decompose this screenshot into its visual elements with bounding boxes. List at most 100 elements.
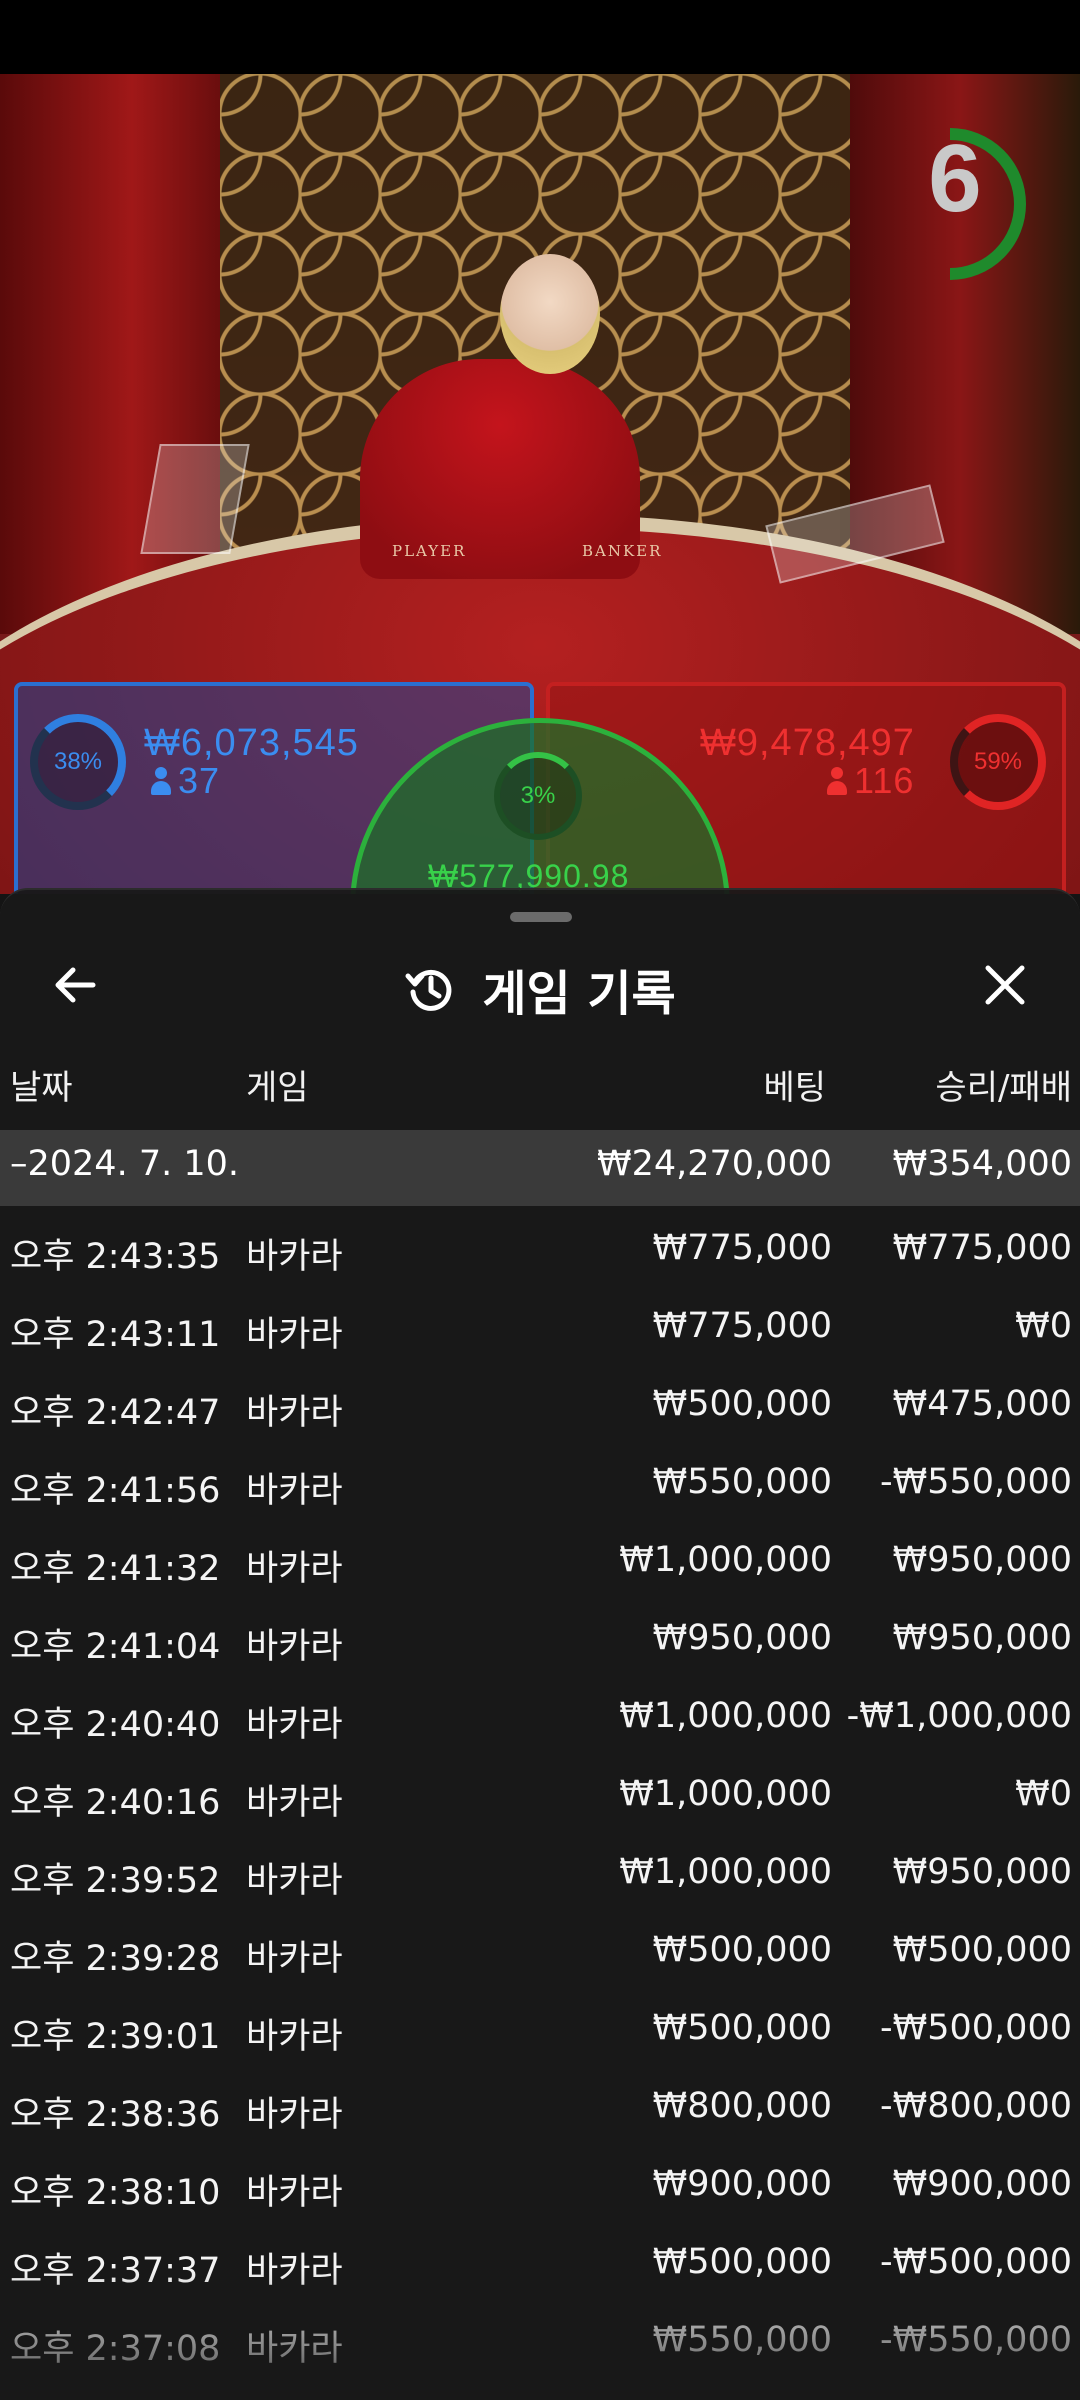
date-group-result-total: ₩354,000 <box>892 1144 1072 1184</box>
row-game: 바카라 <box>246 1705 343 1745</box>
row-game: 바카라 <box>246 2173 343 2213</box>
back-button[interactable] <box>40 950 110 1020</box>
row-time: 오후 2:41:56 <box>10 1471 221 1511</box>
row-game: 바카라 <box>246 1627 343 1667</box>
row-time: 오후 2:38:10 <box>10 2173 221 2213</box>
history-icon <box>405 969 452 1011</box>
history-row[interactable]: 오후 2:38:10 바카라 ₩900,000 ₩900,000 <box>0 2146 1080 2224</box>
bet-timer: 6 <box>910 114 1040 294</box>
column-result: 승리/패배 <box>935 1068 1072 1108</box>
history-row[interactable]: 오후 2:43:35 바카라 ₩775,000 ₩775,000 <box>0 1210 1080 1288</box>
person-icon <box>150 767 172 795</box>
banker-percent: 59% <box>950 714 1046 810</box>
history-row[interactable]: 오후 2:41:32 바카라 ₩1,000,000 ₩950,000 <box>0 1522 1080 1600</box>
row-game: 바카라 <box>246 2017 343 2057</box>
row-game: 바카라 <box>246 1471 343 1511</box>
history-row[interactable]: 오후 2:43:11 바카라 ₩775,000 ₩0 <box>0 1288 1080 1366</box>
row-time: 오후 2:41:32 <box>10 1549 221 1589</box>
history-row[interactable]: 오후 2:40:40 바카라 ₩1,000,000 -₩1,000,000 <box>0 1678 1080 1756</box>
row-game: 바카라 <box>246 1783 343 1823</box>
row-game: 바카라 <box>246 1237 343 1277</box>
row-time: 오후 2:40:16 <box>10 1783 221 1823</box>
history-row[interactable]: 오후 2:42:47 바카라 ₩500,000 ₩475,000 <box>0 1366 1080 1444</box>
column-date: 날짜 <box>10 1068 73 1108</box>
sheet-title-wrap: 게임 기록 <box>0 934 1080 1044</box>
row-result: ₩950,000 <box>892 1852 1072 1892</box>
row-result: ₩475,000 <box>892 1384 1072 1424</box>
history-row[interactable]: 오후 2:39:01 바카라 ₩500,000 -₩500,000 <box>0 1990 1080 2068</box>
row-bet: ₩500,000 <box>652 1930 832 1970</box>
row-bet: ₩1,000,000 <box>619 1696 832 1736</box>
drag-handle[interactable] <box>510 912 572 922</box>
row-game: 바카라 <box>246 2329 343 2369</box>
row-result: ₩0 <box>1015 1774 1072 1814</box>
history-row[interactable]: 오후 2:39:52 바카라 ₩1,000,000 ₩950,000 <box>0 1834 1080 1912</box>
row-result: -₩800,000 <box>880 2086 1072 2126</box>
row-bet: ₩500,000 <box>652 1384 832 1424</box>
row-bet: ₩1,000,000 <box>619 1852 832 1892</box>
history-row[interactable]: 오후 2:37:08 바카라 ₩550,000 -₩550,000 <box>0 2302 1080 2380</box>
row-result: -₩550,000 <box>880 2320 1072 2360</box>
row-result: ₩950,000 <box>892 1540 1072 1580</box>
person-icon <box>826 767 848 795</box>
history-row[interactable]: 오후 2:39:28 바카라 ₩500,000 ₩500,000 <box>0 1912 1080 1990</box>
close-icon <box>985 965 1025 1005</box>
row-result: -₩550,000 <box>880 1462 1072 1502</box>
row-result: ₩0 <box>1015 1306 1072 1346</box>
row-time: 오후 2:39:28 <box>10 1939 221 1979</box>
row-game: 바카라 <box>246 1861 343 1901</box>
player-percent: 38% <box>30 714 126 810</box>
row-game: 바카라 <box>246 1939 343 1979</box>
row-bet: ₩550,000 <box>652 2320 832 2360</box>
history-row[interactable]: 오후 2:37:37 바카라 ₩500,000 -₩500,000 <box>0 2224 1080 2302</box>
row-game: 바카라 <box>246 1549 343 1589</box>
status-bar <box>0 0 1080 74</box>
close-button[interactable] <box>970 950 1040 1020</box>
column-game: 게임 <box>246 1068 309 1108</box>
table-header: 날짜 게임 베팅 승리/패배 <box>0 1060 1080 1112</box>
row-bet: ₩900,000 <box>652 2164 832 2204</box>
row-bet: ₩775,000 <box>652 1228 832 1268</box>
history-row[interactable]: 오후 2:40:16 바카라 ₩1,000,000 ₩0 <box>0 1756 1080 1834</box>
date-group-bet-total: ₩24,270,000 <box>596 1144 832 1184</box>
row-time: 오후 2:37:08 <box>10 2329 221 2369</box>
row-bet: ₩1,000,000 <box>619 1774 832 1814</box>
arrow-left-icon <box>55 967 96 1003</box>
row-time: 오후 2:38:36 <box>10 2095 221 2135</box>
row-bet: ₩500,000 <box>652 2008 832 2048</box>
player-count-value: 37 <box>178 760 221 801</box>
row-game: 바카라 <box>246 1393 343 1433</box>
row-bet: ₩775,000 <box>652 1306 832 1346</box>
player-bettor-count: 37 <box>150 760 220 802</box>
row-game: 바카라 <box>246 2095 343 2135</box>
row-time: 오후 2:40:40 <box>10 1705 221 1745</box>
row-result: ₩500,000 <box>892 1930 1072 1970</box>
row-result: ₩950,000 <box>892 1618 1072 1658</box>
row-time: 오후 2:41:04 <box>10 1627 221 1667</box>
date-group-date: –2024. 7. 10. <box>10 1144 240 1184</box>
row-result: -₩500,000 <box>880 2242 1072 2282</box>
row-time: 오후 2:37:37 <box>10 2251 221 2291</box>
banker-count-value: 116 <box>854 760 915 801</box>
row-result: -₩500,000 <box>880 2008 1072 2048</box>
dealer-head <box>500 254 600 374</box>
row-result: ₩775,000 <box>892 1228 1072 1268</box>
sheet-header: 게임 기록 <box>0 934 1080 1044</box>
player-total-amount: ₩6,073,545 <box>144 722 359 764</box>
tie-percent: 3% <box>494 752 582 840</box>
date-group-row[interactable]: –2024. 7. 10. ₩24,270,000 ₩354,000 <box>0 1130 1080 1206</box>
history-row[interactable]: 오후 2:41:56 바카라 ₩550,000 -₩550,000 <box>0 1444 1080 1522</box>
row-game: 바카라 <box>246 1315 343 1355</box>
history-row[interactable]: 오후 2:38:36 바카라 ₩800,000 -₩800,000 <box>0 2068 1080 2146</box>
history-row[interactable]: 오후 2:41:04 바카라 ₩950,000 ₩950,000 <box>0 1600 1080 1678</box>
row-bet: ₩500,000 <box>652 2242 832 2282</box>
row-result: ₩900,000 <box>892 2164 1072 2204</box>
table-label-player: PLAYER <box>392 542 467 560</box>
row-result: -₩1,000,000 <box>846 1696 1072 1736</box>
row-bet: ₩950,000 <box>652 1618 832 1658</box>
row-time: 오후 2:42:47 <box>10 1393 221 1433</box>
row-time: 오후 2:39:01 <box>10 2017 221 2057</box>
timer-count: 6 <box>928 125 982 232</box>
banker-total-amount: ₩9,478,497 <box>700 722 915 764</box>
game-history-sheet: 게임 기록 날짜 게임 베팅 승리/패배 –2024. 7. 10. ₩24,2… <box>0 888 1080 2400</box>
